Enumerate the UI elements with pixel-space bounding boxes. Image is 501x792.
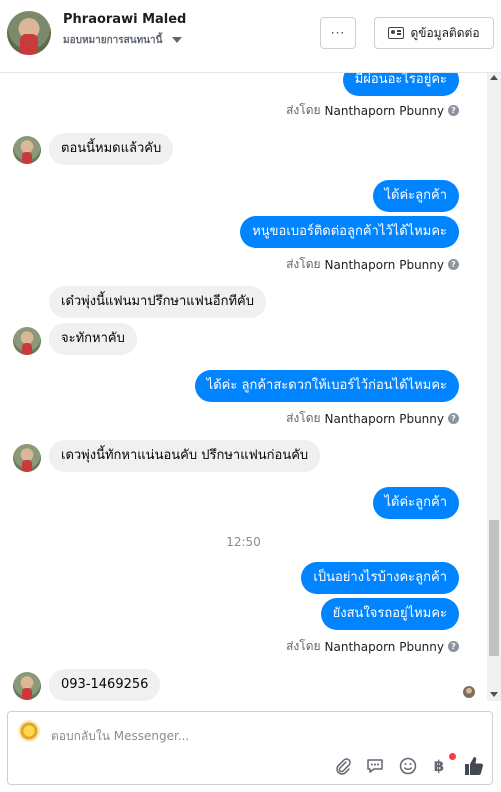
outgoing-message: ยังสนใจรถอยู่ไหมคะ	[320, 598, 459, 630]
incoming-message: เดวพุ่งนี้ทักหาแน่นอนคับ ปรึกษาแฟนก่อนคั…	[49, 440, 321, 472]
seen-indicator-avatar	[463, 686, 475, 698]
page-avatar	[18, 720, 40, 742]
info-icon[interactable]: ?	[448, 105, 459, 116]
scroll-up-arrow-icon[interactable]	[490, 75, 498, 80]
incoming-message: ตอนนี้หมดแล้วคับ	[49, 133, 174, 165]
thumbs-up-icon[interactable]	[463, 755, 485, 777]
message-timestamp: 12:50	[226, 535, 261, 549]
message-thread[interactable]: มีผ่อนอะไรอยู่คะ ส่งโดย Nanthaporn Pbunny…	[0, 73, 487, 701]
contact-avatar-small	[13, 327, 41, 355]
outgoing-message: มีผ่อนอะไรอยู่คะ	[342, 73, 459, 96]
info-icon[interactable]: ?	[448, 641, 459, 652]
info-icon[interactable]: ?	[448, 259, 459, 270]
outgoing-message: หนูขอเบอร์ติดต่อลูกค้าไว้ได้ไหมคะ	[240, 216, 459, 248]
outgoing-message: ได้ค่ะลูกค้า	[372, 180, 459, 212]
contact-avatar[interactable]	[7, 11, 51, 55]
outgoing-message: ได้ค่ะลูกค้า	[372, 487, 459, 519]
contact-avatar-small	[13, 136, 41, 164]
incoming-message: จะทักหาคับ	[49, 323, 137, 355]
saved-reply-icon[interactable]	[365, 756, 385, 776]
sender-name: Nanthaporn Pbunny	[324, 411, 444, 426]
more-icon: ···	[330, 26, 346, 40]
baht-icon[interactable]: ฿	[429, 756, 449, 776]
chat-scrollbar[interactable]	[487, 73, 501, 701]
info-icon[interactable]: ?	[448, 413, 459, 424]
sent-by-label: ส่งโดย Nanthaporn Pbunny?	[286, 637, 459, 656]
notification-dot	[449, 753, 456, 760]
outgoing-message: เป็นอย่างไรบ้างคะลูกค้า	[301, 562, 459, 594]
incoming-message: 093-1469256	[49, 669, 161, 701]
sender-name: Nanthaporn Pbunny	[324, 257, 444, 272]
conversation-header: Phraorawi Maled มอบหมายการสนทนานี้ ··· ด…	[0, 0, 501, 73]
view-contact-info-button[interactable]: ดูข้อมูลติดต่อ	[374, 17, 494, 49]
scroll-down-arrow-icon[interactable]	[490, 692, 498, 697]
sender-name: Nanthaporn Pbunny	[324, 103, 444, 118]
outgoing-message: ได้ค่ะ ลูกค้าสะดวกให้เบอร์ไว้ก่อนได้ไหมค…	[194, 370, 459, 402]
reply-composer[interactable]: ตอบกลับใน Messenger... ฿	[7, 711, 493, 785]
contact-avatar-small	[13, 672, 41, 700]
assign-conversation-label[interactable]: มอบหมายการสนทนานี้	[63, 33, 162, 48]
reply-input[interactable]: ตอบกลับใน Messenger...	[51, 727, 189, 746]
caret-down-icon[interactable]	[172, 37, 182, 43]
emoji-icon[interactable]	[398, 756, 418, 776]
more-options-button[interactable]: ···	[320, 17, 356, 49]
sent-by-label: ส่งโดย Nanthaporn Pbunny?	[286, 409, 459, 428]
contact-name[interactable]: Phraorawi Maled	[63, 12, 186, 27]
sent-by-label: ส่งโดย Nanthaporn Pbunny?	[286, 255, 459, 274]
sender-name: Nanthaporn Pbunny	[324, 639, 444, 654]
view-contact-info-label: ดูข้อมูลติดต่อ	[410, 25, 480, 40]
contact-card-icon	[388, 27, 405, 39]
contact-avatar-small	[13, 444, 41, 472]
incoming-message: เด๋วพุ่งนี้แฟนมาปรึกษาแฟนอีกทีคับ	[49, 286, 266, 318]
sent-by-label: ส่งโดย Nanthaporn Pbunny?	[286, 101, 459, 120]
scroll-thumb[interactable]	[489, 520, 499, 656]
attachment-icon[interactable]	[333, 756, 353, 776]
